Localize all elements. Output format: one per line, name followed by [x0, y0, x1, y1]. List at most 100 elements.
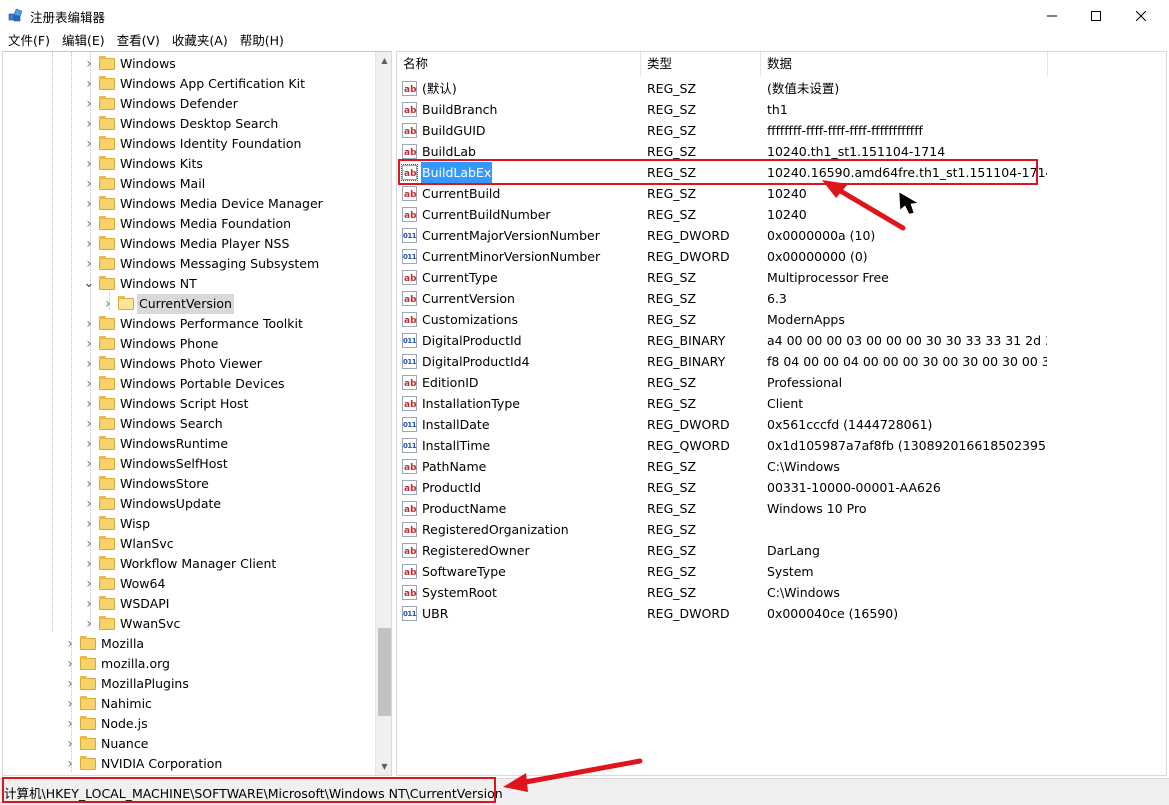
tree-item[interactable]: › Windows Kits [83, 154, 205, 174]
chevron-right-icon[interactable]: › [64, 634, 76, 654]
chevron-right-icon[interactable]: › [83, 214, 95, 234]
chevron-right-icon[interactable]: › [83, 134, 95, 154]
chevron-right-icon[interactable]: › [83, 474, 95, 494]
chevron-right-icon[interactable]: › [83, 394, 95, 414]
chevron-right-icon[interactable]: › [83, 494, 95, 514]
chevron-right-icon[interactable]: › [83, 314, 95, 334]
close-button[interactable] [1118, 0, 1164, 31]
tree-item[interactable]: › Windows Portable Devices [83, 374, 287, 394]
value-row[interactable]: ProductName REG_SZ Windows 10 Pro [397, 498, 1166, 521]
value-row[interactable]: CurrentVersion REG_SZ 6.3 [397, 288, 1166, 311]
value-row[interactable]: DigitalProductId4 REG_BINARY f8 04 00 00 0… [397, 351, 1166, 373]
tree-item[interactable]: › Windows [83, 54, 178, 74]
tree-item[interactable]: › mozilla.org [64, 654, 172, 674]
tree-item[interactable]: › Windows Phone [83, 334, 221, 354]
value-row[interactable]: EditionID REG_SZ Professional [397, 372, 1166, 395]
chevron-right-icon[interactable]: › [83, 334, 95, 354]
chevron-right-icon[interactable]: › [83, 114, 95, 134]
chevron-right-icon[interactable]: › [83, 94, 95, 114]
value-row[interactable]: BuildGUID REG_SZ ffffffff-ffff-ffff-ffff-f… [397, 120, 1166, 143]
chevron-right-icon[interactable]: › [83, 574, 95, 594]
value-row[interactable]: UBR REG_DWORD 0x000040ce (16590) [397, 603, 1166, 625]
tree-item[interactable]: › WwanSvc [83, 614, 182, 634]
tree-item[interactable]: › Windows Media Device Manager [83, 194, 325, 214]
tree-item[interactable]: › Windows Defender [83, 94, 240, 114]
value-row[interactable]: DigitalProductId REG_BINARY a4 00 00 00 03… [397, 330, 1166, 352]
tree-item[interactable]: › Nuance [64, 734, 150, 754]
tree-item[interactable]: › Wow64 [83, 574, 167, 594]
column-header-type[interactable]: 类型 [641, 52, 761, 76]
tree-item[interactable]: › Mozilla [64, 634, 146, 654]
value-row[interactable]: SoftwareType REG_SZ System [397, 561, 1166, 584]
value-row[interactable]: SystemRoot REG_SZ C:\Windows [397, 582, 1166, 605]
tree-item[interactable]: ⌄ Windows NT [83, 274, 199, 294]
tree-item[interactable]: › MozillaPlugins [64, 674, 191, 694]
menu-edit[interactable]: 编辑(E) [56, 31, 111, 51]
chevron-right-icon[interactable]: › [83, 594, 95, 614]
tree-item[interactable]: › CurrentVersion [102, 294, 234, 314]
value-row[interactable]: RegisteredOrganization REG_SZ [397, 519, 1166, 542]
value-row[interactable]: ProductId REG_SZ 00331-10000-00001-AA626 [397, 477, 1166, 500]
value-row[interactable]: InstallationType REG_SZ Client [397, 393, 1166, 416]
tree-item[interactable]: › Windows Script Host [83, 394, 250, 414]
value-row[interactable]: RegisteredOwner REG_SZ DarLang [397, 540, 1166, 563]
value-row[interactable]: CurrentBuild REG_SZ 10240 [397, 183, 1166, 206]
chevron-right-icon[interactable]: › [83, 354, 95, 374]
scroll-down-arrow-icon[interactable]: ▼ [376, 758, 391, 775]
tree-item[interactable]: › WindowsSelfHost [83, 454, 230, 474]
value-row[interactable]: InstallDate REG_DWORD 0x561cccfd (14447280… [397, 414, 1166, 436]
menu-view[interactable]: 查看(V) [111, 31, 166, 51]
tree-item[interactable]: › Nahimic [64, 694, 154, 714]
tree-item[interactable]: › Windows Desktop Search [83, 114, 280, 134]
chevron-right-icon[interactable]: › [64, 674, 76, 694]
value-row[interactable]: CurrentMajorVersionNumber REG_DWORD 0x0000… [397, 225, 1166, 247]
registry-tree[interactable]: ▲ ▼ › Windows › Windows App Certification K… [2, 51, 392, 776]
tree-item[interactable]: › WSDAPI [83, 594, 171, 614]
chevron-right-icon[interactable]: › [83, 454, 95, 474]
chevron-right-icon[interactable]: › [64, 734, 76, 754]
menu-favorites[interactable]: 收藏夹(A) [166, 31, 234, 51]
tree-item[interactable]: › Windows Search [83, 414, 225, 434]
tree-item[interactable]: › WindowsStore [83, 474, 211, 494]
tree-item[interactable]: › Windows Media Player NSS [83, 234, 291, 254]
tree-scrollbar[interactable]: ▲ ▼ [375, 52, 391, 775]
chevron-right-icon[interactable]: › [83, 54, 95, 74]
tree-item[interactable]: › Wisp [83, 514, 152, 534]
chevron-right-icon[interactable]: › [83, 554, 95, 574]
menu-file[interactable]: 文件(F) [2, 31, 56, 51]
chevron-right-icon[interactable]: › [83, 534, 95, 554]
tree-item[interactable]: › Windows Media Foundation [83, 214, 293, 234]
chevron-right-icon[interactable]: › [64, 654, 76, 674]
chevron-right-icon[interactable]: › [83, 434, 95, 454]
tree-item[interactable]: › Windows Identity Foundation [83, 134, 303, 154]
chevron-right-icon[interactable]: › [83, 234, 95, 254]
tree-item[interactable]: › Windows App Certification Kit [83, 74, 307, 94]
chevron-right-icon[interactable]: › [83, 254, 95, 274]
chevron-right-icon[interactable]: › [64, 714, 76, 734]
chevron-right-icon[interactable]: › [83, 154, 95, 174]
chevron-right-icon[interactable]: › [83, 174, 95, 194]
tree-item[interactable]: › Windows Messaging Subsystem [83, 254, 321, 274]
menu-help[interactable]: 帮助(H) [234, 31, 290, 51]
tree-item[interactable]: › Windows Photo Viewer [83, 354, 264, 374]
chevron-right-icon[interactable]: › [83, 374, 95, 394]
tree-item[interactable]: › Windows Mail [83, 174, 207, 194]
value-row[interactable]: InstallTime REG_QWORD 0x1d105987a7af8fb (1… [397, 435, 1166, 457]
tree-item[interactable]: › WindowsRuntime [83, 434, 230, 454]
value-row[interactable]: BuildBranch REG_SZ th1 [397, 99, 1166, 122]
value-row[interactable]: CurrentMinorVersionNumber REG_DWORD 0x0000… [397, 246, 1166, 268]
minimize-button[interactable] [1029, 0, 1075, 31]
tree-item[interactable]: › Workflow Manager Client [83, 554, 278, 574]
tree-item[interactable]: › Windows Performance Toolkit [83, 314, 305, 334]
chevron-right-icon[interactable]: › [64, 754, 76, 774]
tree-item[interactable]: › WindowsUpdate [83, 494, 223, 514]
chevron-right-icon[interactable]: › [83, 74, 95, 94]
column-header-data[interactable]: 数据 [761, 52, 1048, 76]
scroll-up-arrow-icon[interactable]: ▲ [376, 52, 391, 69]
value-row[interactable]: CurrentBuildNumber REG_SZ 10240 [397, 204, 1166, 227]
value-row[interactable]: PathName REG_SZ C:\Windows [397, 456, 1166, 479]
chevron-down-icon[interactable]: ⌄ [83, 274, 95, 294]
maximize-button[interactable] [1073, 0, 1119, 31]
tree-item[interactable]: › NVIDIA Corporation [64, 754, 224, 774]
column-header-name[interactable]: 名称 [397, 52, 641, 76]
